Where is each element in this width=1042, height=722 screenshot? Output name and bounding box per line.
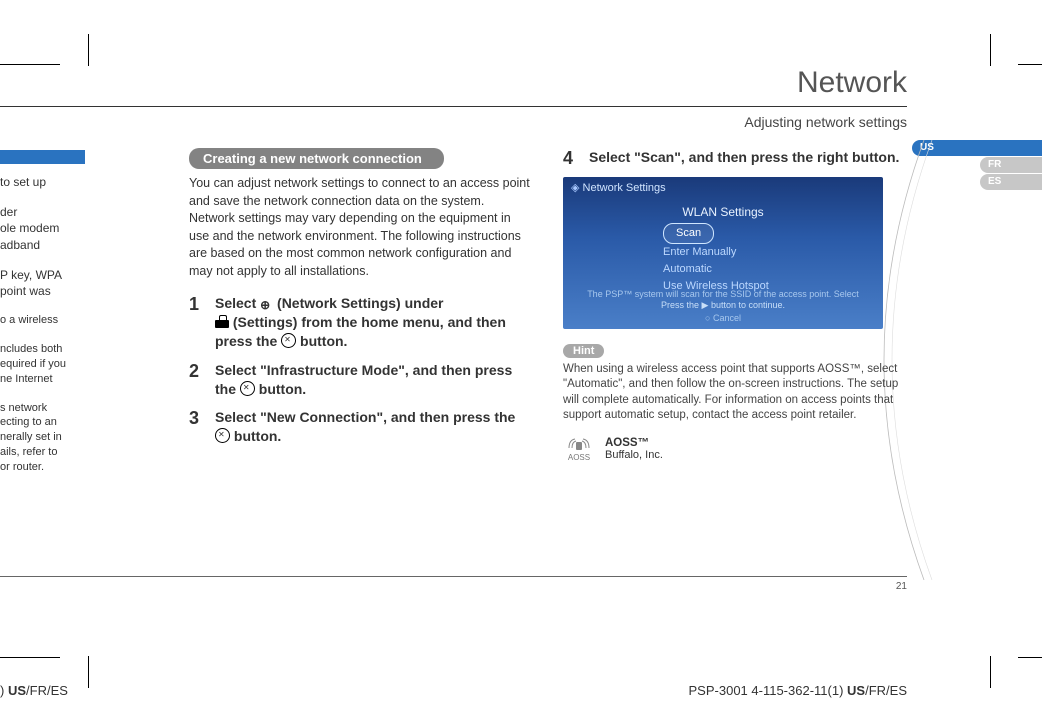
step-1: Select ⊕ (Network Settings) under (Setti… bbox=[189, 294, 531, 351]
step-text: (Network Settings) under bbox=[273, 295, 443, 311]
screenshot-footer-text: The PSP™ system will scan for the SSID o… bbox=[563, 289, 883, 299]
step-text: button. bbox=[255, 381, 306, 397]
intro-paragraph: You can adjust network settings to conne… bbox=[189, 175, 531, 280]
crop-mark bbox=[990, 34, 991, 66]
screenshot-title: Network Settings bbox=[571, 181, 666, 194]
step-text: Select "Scan", and then press the right … bbox=[589, 149, 899, 165]
divider bbox=[0, 576, 907, 577]
crop-mark bbox=[1018, 657, 1042, 658]
screenshot-footer-text: ○ Cancel bbox=[563, 313, 883, 323]
lang-tab-fr: FR bbox=[980, 157, 1042, 173]
crop-mark bbox=[88, 34, 89, 66]
footer-text: ) bbox=[0, 683, 8, 698]
network-settings-icon: ⊕ bbox=[260, 297, 273, 310]
screenshot-options: Scan Enter Manually Automatic Use Wirele… bbox=[663, 223, 769, 295]
hint-label: Hint bbox=[563, 344, 604, 358]
fragment-text: to set up bbox=[0, 174, 85, 190]
previous-page-bleed: to set up der ole modem adband P key, WP… bbox=[0, 150, 85, 489]
section-title: Network bbox=[797, 66, 907, 100]
x-button-icon bbox=[240, 381, 255, 396]
aoss-name: AOSS™ bbox=[605, 437, 663, 449]
page-number: 21 bbox=[896, 581, 907, 592]
psp-screenshot: Network Settings WLAN Settings Scan Ente… bbox=[563, 177, 883, 329]
footer-code: PSP-3001 4-115-362-11(1) bbox=[689, 683, 848, 698]
fragment-text: s network ecting to an nerally set in ai… bbox=[0, 401, 85, 475]
aoss-info: AOSS AOSS™ Buffalo, Inc. bbox=[563, 436, 905, 462]
fragment-text: o a wireless bbox=[0, 313, 85, 328]
footer-lang-bold: US bbox=[847, 683, 865, 698]
step-text: (Settings) from the home menu, and then … bbox=[215, 314, 506, 349]
option-scan-selected: Scan bbox=[663, 223, 714, 244]
aoss-icon-label: AOSS bbox=[568, 453, 590, 462]
column-right: Select "Scan", and then press the right … bbox=[563, 148, 905, 462]
step-3: Select "New Connection", and then press … bbox=[189, 408, 531, 446]
divider bbox=[0, 106, 907, 107]
step-2: Select "Infrastructure Mode", and then p… bbox=[189, 361, 531, 399]
fragment-text: P key, WPA point was bbox=[0, 267, 85, 299]
language-tabs: US FR ES bbox=[980, 140, 1042, 191]
option-enter-manually: Enter Manually bbox=[663, 246, 736, 258]
crop-mark bbox=[0, 64, 60, 65]
crop-mark bbox=[0, 657, 60, 658]
footer-left: ) US/FR/ES bbox=[0, 683, 68, 698]
step-text: Select "New Connection", and then press … bbox=[215, 409, 515, 425]
x-button-icon bbox=[281, 333, 296, 348]
x-button-icon bbox=[215, 428, 230, 443]
step-text: button. bbox=[230, 428, 281, 444]
step-text: Select bbox=[215, 295, 260, 311]
page-subtitle: Adjusting network settings bbox=[744, 114, 907, 130]
crop-mark bbox=[88, 656, 89, 688]
section-heading: Creating a new network connection bbox=[189, 148, 444, 169]
footer-text: /FR/ES bbox=[865, 683, 907, 698]
crop-mark bbox=[1018, 64, 1042, 65]
settings-icon bbox=[215, 317, 229, 328]
footer-text: /FR/ES bbox=[26, 683, 68, 698]
fragment-text: der ole modem adband bbox=[0, 204, 85, 253]
crop-mark bbox=[990, 656, 991, 688]
step-text: button. bbox=[296, 333, 347, 349]
screenshot-heading: WLAN Settings bbox=[563, 205, 883, 219]
footer-right: PSP-3001 4-115-362-11(1) US/FR/ES bbox=[689, 683, 907, 698]
fragment-text: ncludes both equired if you ne Internet bbox=[0, 342, 85, 387]
option-automatic: Automatic bbox=[663, 263, 712, 275]
footer-lang-bold: US bbox=[8, 683, 26, 698]
screenshot-footer-text: Press the ▶ button to continue. bbox=[563, 300, 883, 311]
aoss-company: Buffalo, Inc. bbox=[605, 449, 663, 461]
step-4: Select "Scan", and then press the right … bbox=[563, 148, 905, 167]
lang-tab-es: ES bbox=[980, 174, 1042, 190]
aoss-icon: AOSS bbox=[563, 436, 595, 462]
blue-bar bbox=[0, 150, 85, 164]
hint-text: When using a wireless access point that … bbox=[563, 362, 905, 424]
column-left: Creating a new network connection You ca… bbox=[189, 148, 531, 456]
lang-tab-us: US bbox=[912, 140, 1042, 156]
